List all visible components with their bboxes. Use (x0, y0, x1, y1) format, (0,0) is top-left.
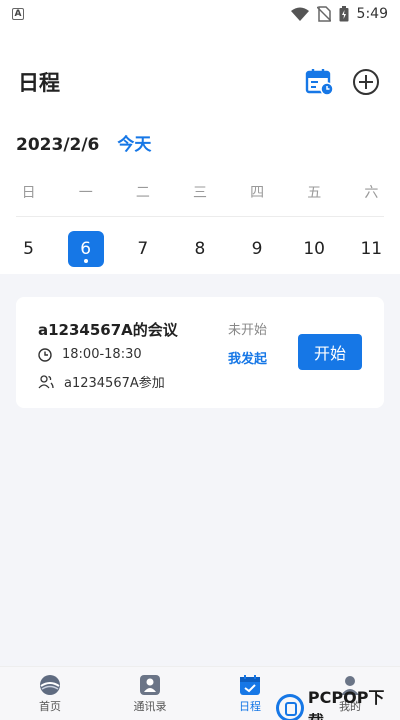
week-day-row: 5 6 7 8 9 10 11 (0, 230, 400, 268)
calendar-view-button[interactable] (304, 66, 336, 98)
contacts-icon (140, 674, 160, 695)
day-number: 11 (360, 239, 383, 259)
meeting-status: 未开始 (228, 323, 268, 338)
divider (16, 216, 384, 217)
nav-label: 通讯录 (133, 699, 167, 713)
status-time: 5:49 (356, 6, 388, 22)
no-sim-icon (316, 6, 331, 22)
calendar-day[interactable]: 7 (114, 230, 171, 268)
weekday-label: 二 (135, 185, 150, 201)
plus-circle-icon (353, 69, 379, 95)
day-number: 7 (137, 239, 149, 259)
day-number: 9 (251, 239, 263, 259)
nav-label: 日程 (239, 699, 261, 713)
meeting-card[interactable]: a1234567A的会议 未开始 18:00-18:30 我发起 a123456… (16, 297, 384, 408)
start-meeting-button[interactable]: 开始 (298, 334, 362, 370)
battery-icon (339, 6, 349, 22)
weekday-label: 一 (78, 185, 93, 201)
meeting-participants: a1234567A参加 (64, 376, 165, 391)
calendar-day[interactable]: 9 (229, 230, 286, 268)
watermark-text: PCPOP下载 (307, 688, 385, 720)
meeting-host-label: 我发起 (228, 352, 268, 367)
current-date: 2023/2/6 (16, 135, 100, 155)
calendar-day[interactable]: 5 (0, 230, 57, 268)
calendar-day[interactable]: 8 (171, 230, 228, 268)
page-title: 日程 (18, 71, 60, 95)
weekday-label: 五 (307, 185, 322, 201)
weekday-label: 日 (21, 185, 36, 201)
participants-icon (38, 374, 54, 388)
weekday-label: 四 (250, 185, 265, 201)
watermark: PCPOP下载 (276, 684, 400, 720)
day-number: 10 (303, 239, 325, 259)
meeting-time-row: 18:00-18:30 (38, 347, 142, 362)
day-number: 6 (67, 231, 104, 267)
add-schedule-button[interactable] (350, 66, 382, 98)
nav-item-contacts[interactable]: 通讯录 (100, 667, 200, 720)
weekday-label: 六 (364, 185, 379, 201)
app-indicator-icon: A (12, 8, 24, 20)
meeting-participants-row: a1234567A参加 (38, 372, 165, 391)
weekday-label: 三 (192, 185, 207, 201)
status-bar: A 5:49 (0, 0, 400, 28)
today-button[interactable]: 今天 (117, 130, 151, 155)
calendar-day[interactable]: 11 (343, 230, 400, 268)
nav-item-home[interactable]: 首页 (0, 667, 100, 720)
calendar-day-selected[interactable]: 6 (57, 230, 114, 268)
day-number: 5 (23, 239, 34, 259)
wifi-icon (290, 7, 309, 21)
date-row: 2023/2/6 今天 (16, 130, 151, 155)
watermark-logo-icon (276, 694, 304, 720)
home-icon (40, 674, 60, 695)
calendar-clock-icon (305, 69, 334, 96)
weekday-header: 日 一 二 三 四 五 六 (0, 182, 400, 202)
schedule-icon (240, 674, 260, 695)
page-header: 日程 (0, 60, 400, 104)
clock-icon (38, 347, 52, 362)
day-number: 8 (194, 239, 206, 259)
calendar-day[interactable]: 10 (286, 230, 343, 268)
meeting-time: 18:00-18:30 (62, 347, 142, 362)
nav-label: 首页 (39, 699, 61, 713)
meeting-title: a1234567A的会议 (38, 321, 178, 339)
